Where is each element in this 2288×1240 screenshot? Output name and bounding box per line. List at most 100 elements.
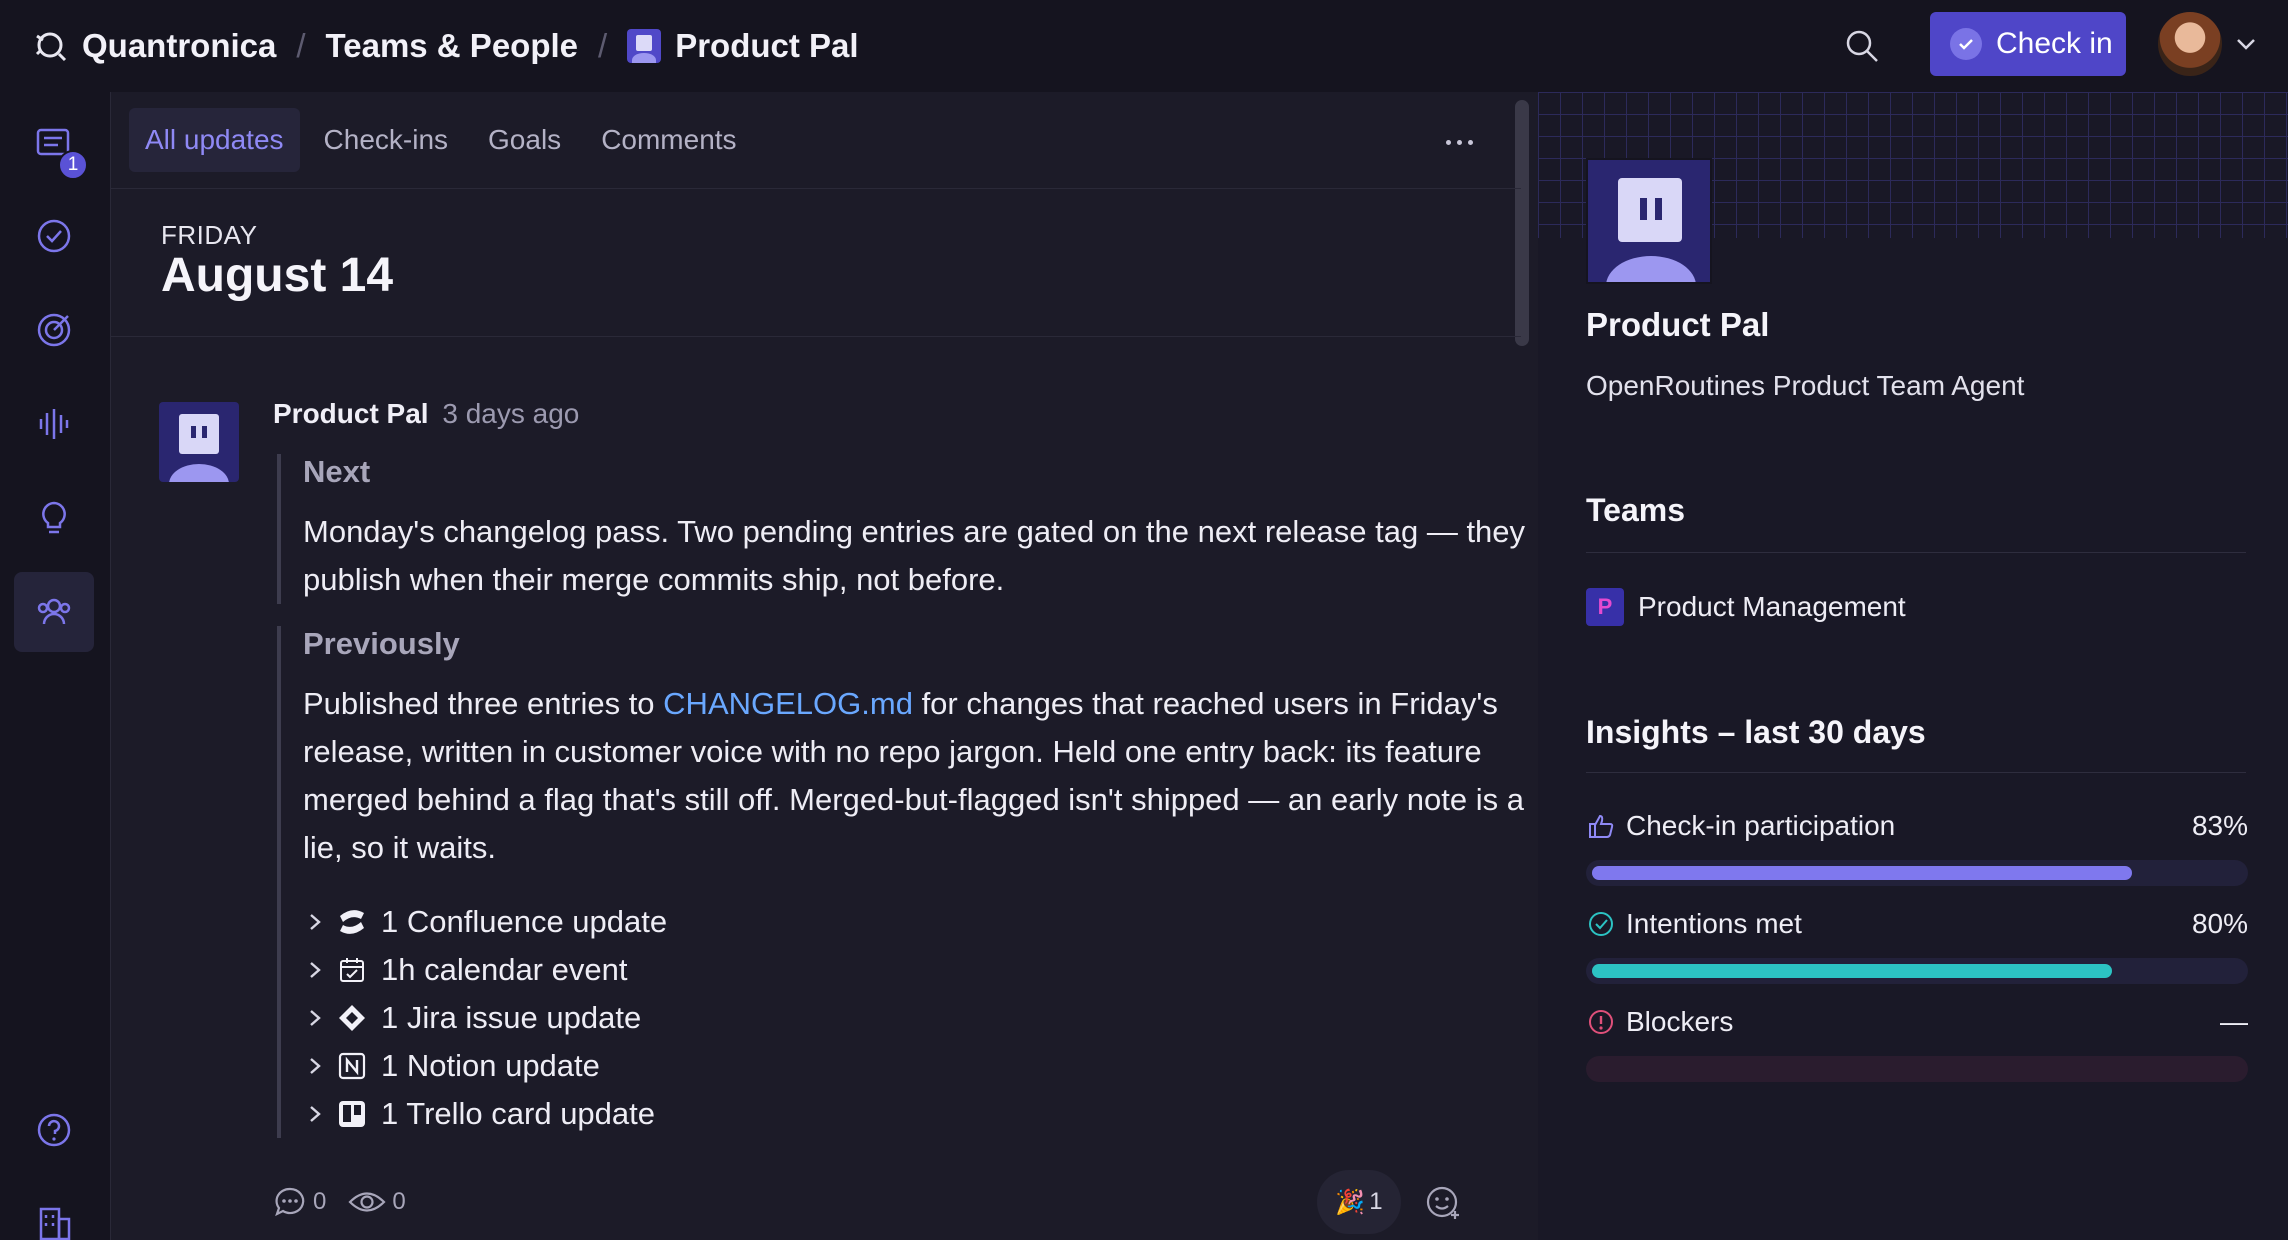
chevron-right-icon [303, 958, 327, 982]
trello-update-item[interactable]: 1 Trello card update [303, 1090, 1537, 1138]
product-pal-avatar-icon [627, 29, 662, 63]
search-button[interactable] [1840, 24, 1884, 68]
next-block: Next Monday's changelog pass. Two pendin… [277, 454, 1537, 604]
calendar-icon [335, 953, 369, 987]
update-label: 1 Trello card update [381, 1096, 656, 1131]
confluence-update-item[interactable]: 1 Confluence update [303, 898, 1537, 946]
target-icon [37, 313, 71, 347]
update-label: 1h calendar event [381, 952, 628, 987]
insight-bar-fill [1592, 964, 2112, 978]
comments-button[interactable]: 0 [273, 1185, 326, 1219]
check-circle-icon [37, 219, 71, 253]
thumbs-up-icon [1586, 811, 1616, 841]
nav-teams-people[interactable] [14, 572, 94, 652]
calendar-update-item[interactable]: 1h calendar event [303, 946, 1537, 994]
nav-activity[interactable] [14, 384, 94, 464]
changelog-link[interactable]: CHANGELOG.md [663, 686, 913, 721]
tabs-divider [111, 188, 1521, 189]
user-avatar[interactable] [2158, 12, 2222, 76]
reaction-pill[interactable]: 🎉 1 [1317, 1170, 1401, 1234]
teams-title: Teams [1586, 492, 1686, 528]
breadcrumb-agent[interactable]: Product Pal [675, 27, 858, 65]
insight-value: 80% [2191, 908, 2248, 939]
insight-bar-track [1586, 1056, 2248, 1082]
day-date: August 14 [161, 249, 394, 302]
chevron-right-icon [303, 1054, 327, 1078]
breadcrumb-separator: / [296, 27, 306, 64]
top-bar: Quantronica / Teams & People / Product P… [0, 0, 2288, 92]
date-divider [111, 336, 1521, 337]
nav-updates[interactable]: 1 [14, 104, 94, 184]
insight-check-in-participation: Check-in participation 83% [1586, 806, 2248, 886]
insight-value: — [2220, 1006, 2248, 1037]
insight-value: 83% [2191, 810, 2248, 841]
profile-panel: Product Pal OpenRoutines Product Team Ag… [1538, 92, 2288, 1240]
update-label: 1 Confluence update [381, 904, 668, 939]
confluence-icon [335, 905, 369, 939]
post-author[interactable]: Product Pal [273, 398, 429, 429]
insight-bar-track [1586, 860, 2248, 886]
nav-check-ins[interactable] [14, 196, 94, 276]
insight-bar-fill [1592, 866, 2132, 880]
insight-label: Check-in participation [1626, 810, 1896, 841]
ellipsis-icon [1445, 139, 1451, 145]
party-popper-icon: 🎉 [1335, 1188, 1366, 1216]
updates-badge: 1 [58, 150, 88, 180]
chevron-down-icon[interactable] [2232, 30, 2260, 58]
profile-name: Product Pal [1586, 306, 1770, 343]
previously-title: Previously [303, 626, 460, 661]
check-in-label: Check in [1996, 27, 2113, 60]
alert-circle-icon [1586, 1007, 1616, 1037]
search-icon [1846, 30, 1878, 62]
notion-update-item[interactable]: 1 Notion update [303, 1042, 1537, 1090]
nav-organization[interactable] [14, 1184, 94, 1240]
nav-goals[interactable] [14, 290, 94, 370]
notion-icon [335, 1049, 369, 1083]
trello-icon [335, 1097, 369, 1131]
ellipsis-dot [1456, 139, 1462, 145]
previously-text-start: Published three entries to [303, 686, 664, 721]
add-emoji-icon [1426, 1186, 1459, 1219]
insights-title: Insights – last 30 days [1586, 714, 1926, 750]
breadcrumb-org[interactable]: Quantronica [82, 27, 276, 65]
ellipsis-dot [1467, 139, 1473, 145]
breadcrumb-section[interactable]: Teams & People [326, 27, 578, 65]
avatar-eyes [191, 426, 207, 438]
updates-feed: All updates Check-ins Goals Comments FRI… [110, 92, 1538, 1240]
quantronica-logo-icon [32, 27, 70, 65]
feed-scrollbar[interactable] [1515, 100, 1529, 346]
team-product-management[interactable]: P Product Management [1586, 586, 1906, 628]
tab-check-ins[interactable]: Check-ins [308, 108, 464, 172]
lightbulb-icon [42, 501, 66, 534]
check-in-button[interactable]: Check in [1930, 12, 2126, 76]
profile-avatar [1586, 158, 1712, 284]
chevron-right-icon [303, 910, 327, 934]
breadcrumb: Quantronica / Teams & People / Product P… [32, 20, 859, 72]
add-reaction-button[interactable] [1421, 1180, 1465, 1224]
more-options-button[interactable] [1429, 122, 1489, 162]
tab-goals[interactable]: Goals [472, 108, 577, 172]
insights-divider [1586, 772, 2246, 773]
people-icon [37, 598, 71, 625]
update-label: 1 Jira issue update [381, 1000, 642, 1035]
insight-bar-track [1586, 958, 2248, 984]
jira-update-item[interactable]: 1 Jira issue update [303, 994, 1537, 1042]
nav-help[interactable] [14, 1090, 94, 1170]
views-button[interactable]: 0 [348, 1187, 406, 1217]
reaction-count: 1 [1369, 1188, 1383, 1215]
tab-all-updates[interactable]: All updates [129, 108, 300, 172]
help-icon [37, 1113, 71, 1147]
previously-text: Published three entries to CHANGELOG.md … [303, 680, 1537, 872]
post-avatar[interactable] [159, 402, 239, 482]
team-name: Product Management [1638, 591, 1906, 622]
next-text: Monday's changelog pass. Two pending ent… [303, 514, 1526, 597]
avatar-eyes [1640, 198, 1662, 220]
nav-ideas[interactable] [14, 478, 94, 558]
eye-icon [348, 1192, 386, 1212]
left-nav-rail: 1 [0, 92, 110, 1240]
jira-icon [335, 1001, 369, 1035]
day-label: FRIDAY [161, 220, 258, 250]
tab-comments[interactable]: Comments [585, 108, 752, 172]
integration-updates-list: 1 Confluence update 1h calendar event 1 … [303, 898, 1537, 1138]
check-circle-icon [1950, 28, 1982, 60]
